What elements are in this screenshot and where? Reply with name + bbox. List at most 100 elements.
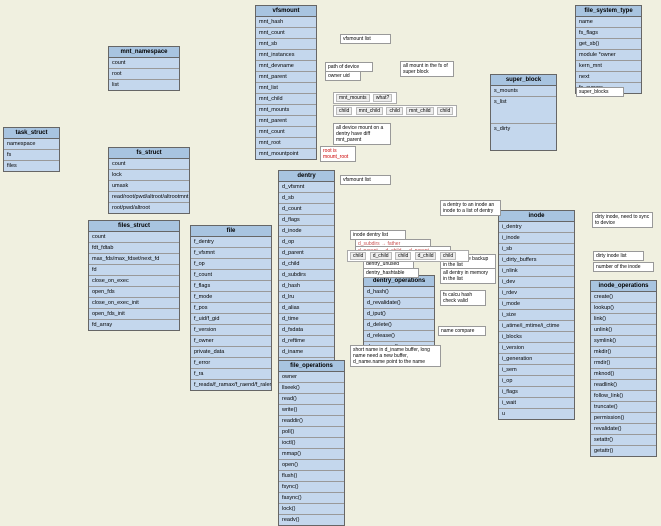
field: f_vfsmnt (191, 248, 271, 259)
field: mkdir() (591, 347, 656, 358)
field: d_time (279, 314, 334, 325)
field: i_nlink (499, 266, 574, 277)
field: d_hash() (364, 287, 434, 298)
field: name (576, 17, 641, 28)
field: ioctl() (279, 438, 344, 449)
file-operations-title: file_operations (279, 361, 344, 372)
field: i_version (499, 343, 574, 354)
field: setattr() (591, 435, 656, 446)
dentry-box: dentry d_vfsmnt d_sb d_count d_flags d_i… (278, 170, 335, 369)
field: s_mounts (491, 86, 556, 97)
note-all-dentry-mem: all dentry in memory in the list (440, 268, 496, 284)
file-box: file f_dentry f_vfsmnt f_op f_count f_fl… (190, 225, 272, 391)
field: open_fds (89, 287, 179, 298)
file-operations-box: file_operations owner llseek() read() wr… (278, 360, 345, 526)
field: readv() (279, 515, 344, 525)
field: namespace (4, 139, 59, 150)
field: f_uid/f_gid (191, 314, 271, 325)
field: count (109, 159, 189, 170)
field: getattr() (591, 446, 656, 456)
note-dirty-inode-list: dirty inode list (593, 251, 644, 261)
chain-item: mnt_mounts (336, 94, 370, 102)
field: count (109, 58, 179, 69)
field: d_release() (364, 331, 434, 342)
field: i_size (499, 310, 574, 321)
note-number-inode: number of the inode (593, 262, 654, 272)
dentry-operations-box: dentry_operations d_hash() d_revalidate(… (363, 275, 435, 353)
chain-item: child (386, 107, 402, 115)
dentry-child-chain: child d_child child d_child child (347, 250, 469, 262)
note-short-name: short name in d_iname buffer, long name … (350, 345, 441, 367)
field: write() (279, 405, 344, 416)
field: f_reada/f_ramax/f_raend/f_ralen/f_rawin (191, 380, 271, 390)
file-system-type-box: file_system_type name fs_flags get_sb() … (575, 5, 642, 94)
field: d_sb (279, 193, 334, 204)
field: d_vfsmnt (279, 182, 334, 193)
note-a-dentry-inode: a dentry to an inode an inode to a list … (440, 200, 501, 216)
field: f_count (191, 270, 271, 281)
mnt-mounts-chain: mnt_mounts what? (333, 92, 397, 104)
field: d_lru (279, 292, 334, 303)
note-dirty-inode: dirty inode, need to sync to device (592, 212, 653, 228)
field: i_dev (499, 277, 574, 288)
chain-item: child (437, 107, 453, 115)
field: module *owner (576, 50, 641, 61)
field: i_atime/i_mtime/i_ctime (499, 321, 574, 332)
chain-item: child (395, 252, 411, 260)
field: d_reftime (279, 336, 334, 347)
file-system-type-title: file_system_type (576, 6, 641, 17)
field: mnt_mounts (256, 105, 316, 116)
task-struct-title: task_struct (4, 128, 59, 139)
field: i_dentry (499, 222, 574, 233)
field: i_generation (499, 354, 574, 365)
field: close_on_exec (89, 276, 179, 287)
field: flush() (279, 471, 344, 482)
field: owner (279, 372, 344, 383)
note-super-blocks: super_blocks (576, 87, 624, 97)
field: d_parent (279, 248, 334, 259)
field: s_list (491, 97, 556, 124)
field: f_pos (191, 303, 271, 314)
note-root-mount: root is mount_root (320, 146, 356, 162)
field: d_child (279, 259, 334, 270)
field: f_error (191, 358, 271, 369)
field: f_version (191, 325, 271, 336)
files-struct-box: files_struct count fdt_fdtab max_fds/max… (88, 220, 180, 331)
field: root/pwd/altroot (109, 203, 189, 213)
field: f_ra (191, 369, 271, 380)
field: open() (279, 460, 344, 471)
files-struct-title: files_struct (89, 221, 179, 232)
chain-item: child (440, 252, 456, 260)
field: d_alias (279, 303, 334, 314)
file-title: file (191, 226, 271, 237)
field: d_delete() (364, 320, 434, 331)
inode-box: inode i_dentry i_inode i_sb i_dirty_buff… (498, 210, 575, 420)
field: u (499, 409, 574, 419)
field: truncate() (591, 402, 656, 413)
super-block-title: super_block (491, 75, 556, 86)
field: mnt_devname (256, 61, 316, 72)
field: i_wait (499, 398, 574, 409)
note-dentry-hashtable: dentry_hashtable (363, 268, 419, 278)
chain-item: mnt_child (356, 107, 383, 115)
field: mnt_count (256, 28, 316, 39)
field: private_data (191, 347, 271, 358)
field: files (4, 161, 59, 171)
field: fd_array (89, 320, 179, 330)
field: fsync() (279, 482, 344, 493)
field: unlink() (591, 325, 656, 336)
dentry-title: dentry (279, 171, 334, 182)
field: i_sb (499, 244, 574, 255)
inode-operations-title: inode_operations (591, 281, 656, 292)
vfsmount-title: vfsmount (256, 6, 316, 17)
field: read() (279, 394, 344, 405)
field: i_mode (499, 299, 574, 310)
field: f_mode (191, 292, 271, 303)
field: i_inode (499, 233, 574, 244)
field: next (576, 72, 641, 83)
field: kern_mnt (576, 61, 641, 72)
child-chain: child mnt_child child mnt_child child (333, 105, 457, 117)
chain-item: child (350, 252, 366, 260)
chain-item: d_child (370, 252, 392, 260)
field: lock() (279, 504, 344, 515)
